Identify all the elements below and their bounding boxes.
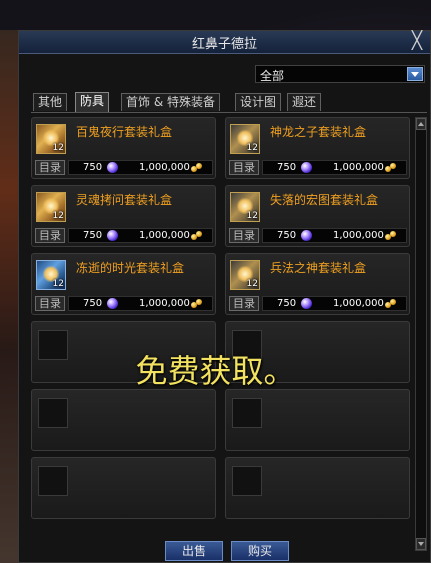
cost-value: 750: [83, 162, 103, 173]
title-bar[interactable]: 红鼻子德拉 ╳: [19, 31, 430, 54]
scroll-down-arrow-icon[interactable]: [416, 538, 426, 550]
stack-count: 12: [52, 279, 64, 289]
price-bar: 750 1,000,000: [262, 228, 407, 243]
item-name: 神龙之子套装礼盒: [270, 125, 367, 139]
item-cell[interactable]: 12 失落的宏图套装礼盒 目录 750 1,000,000: [225, 185, 410, 247]
catalog-button[interactable]: 目录: [35, 160, 65, 175]
close-icon[interactable]: ╳: [408, 31, 426, 51]
gold-value: 1,000,000: [139, 162, 190, 173]
empty-slot: [38, 398, 68, 428]
gift-box-icon[interactable]: 12: [230, 124, 260, 154]
sell-button[interactable]: 出售: [165, 541, 223, 561]
gold-value: 1,000,000: [333, 298, 384, 309]
gold-coins-icon: [191, 299, 203, 309]
price-bar: 750 1,000,000: [262, 160, 407, 175]
catalog-button[interactable]: 目录: [35, 296, 65, 311]
tab-divider: [31, 112, 427, 113]
tab-accessories[interactable]: 首饰 & 特殊装备: [121, 93, 220, 111]
catalog-button[interactable]: 目录: [229, 160, 259, 175]
stack-count: 12: [52, 211, 64, 221]
window-title: 红鼻子德拉: [191, 37, 257, 52]
gold-value: 1,000,000: [139, 298, 190, 309]
cost-value: 750: [83, 230, 103, 241]
tab-blueprints[interactable]: 设计图: [235, 93, 282, 111]
filter-dropdown-value: 全部: [260, 69, 285, 83]
catalog-button[interactable]: 目录: [229, 296, 259, 311]
empty-slot: [38, 466, 68, 496]
catalog-button[interactable]: 目录: [35, 228, 65, 243]
tab-other[interactable]: 其他: [33, 93, 68, 111]
gold-value: 1,000,000: [139, 230, 190, 241]
scrollbar[interactable]: [415, 117, 427, 551]
filter-dropdown[interactable]: 全部: [255, 65, 425, 83]
item-grid: 12 百鬼夜行套装礼盒 目录 750 1,000,000 12 神龙之子套装礼盒…: [31, 117, 413, 525]
stack-count: 12: [246, 143, 258, 153]
item-cell[interactable]: 12 兵法之神套装礼盒 目录 750 1,000,000: [225, 253, 410, 315]
scroll-up-arrow-icon[interactable]: [416, 118, 426, 130]
price-bar: 750 1,000,000: [68, 296, 213, 311]
gift-box-icon[interactable]: 12: [36, 260, 66, 290]
crystal-orb-icon: [301, 298, 312, 309]
empty-cell: [31, 321, 216, 383]
stack-count: 12: [52, 143, 64, 153]
tab-armor[interactable]: 防具: [75, 92, 110, 112]
chevron-down-icon[interactable]: [407, 67, 423, 81]
item-cell[interactable]: 12 神龙之子套装礼盒 目录 750 1,000,000: [225, 117, 410, 179]
gold-value: 1,000,000: [333, 162, 384, 173]
empty-cell: [225, 457, 410, 519]
item-cell[interactable]: 12 冻逝的时光套装礼盒 目录 750 1,000,000: [31, 253, 216, 315]
price-bar: 750 1,000,000: [68, 160, 213, 175]
stack-count: 12: [246, 279, 258, 289]
gift-box-icon[interactable]: 12: [230, 192, 260, 222]
cost-value: 750: [277, 162, 297, 173]
item-name: 灵魂拷问套装礼盒: [76, 193, 173, 207]
empty-slot: [38, 330, 68, 360]
empty-cell: [31, 389, 216, 451]
crystal-orb-icon: [301, 230, 312, 241]
item-cell[interactable]: 12 百鬼夜行套装礼盒 目录 750 1,000,000: [31, 117, 216, 179]
gift-box-icon[interactable]: 12: [230, 260, 260, 290]
empty-slot: [232, 330, 262, 360]
item-name: 兵法之神套装礼盒: [270, 261, 367, 275]
gold-coins-icon: [191, 231, 203, 241]
price-bar: 750 1,000,000: [262, 296, 407, 311]
tab-return[interactable]: 遐还: [287, 93, 322, 111]
cost-value: 750: [277, 298, 297, 309]
gold-coins-icon: [385, 231, 397, 241]
item-name: 失落的宏图套装礼盒: [270, 193, 379, 207]
gold-value: 1,000,000: [333, 230, 384, 241]
crystal-orb-icon: [107, 298, 118, 309]
gift-box-icon[interactable]: 12: [36, 192, 66, 222]
catalog-button[interactable]: 目录: [229, 228, 259, 243]
empty-cell: [225, 389, 410, 451]
item-cell[interactable]: 12 灵魂拷问套装礼盒 目录 750 1,000,000: [31, 185, 216, 247]
empty-cell: [31, 457, 216, 519]
stack-count: 12: [246, 211, 258, 221]
gold-coins-icon: [191, 163, 203, 173]
gift-box-icon[interactable]: 12: [36, 124, 66, 154]
shop-window: 红鼻子德拉 ╳ 全部 其他 防具 首饰 & 特殊装备 设计图 遐还 12 百鬼夜…: [18, 30, 431, 563]
empty-slot: [232, 398, 262, 428]
price-bar: 750 1,000,000: [68, 228, 213, 243]
empty-slot: [232, 466, 262, 496]
cost-value: 750: [83, 298, 103, 309]
buy-button[interactable]: 购买: [231, 541, 289, 561]
gold-coins-icon: [385, 299, 397, 309]
empty-cell: [225, 321, 410, 383]
item-name: 百鬼夜行套装礼盒: [76, 125, 173, 139]
cost-value: 750: [277, 230, 297, 241]
crystal-orb-icon: [107, 230, 118, 241]
item-name: 冻逝的时光套装礼盒: [76, 261, 185, 275]
crystal-orb-icon: [301, 162, 312, 173]
gold-coins-icon: [385, 163, 397, 173]
crystal-orb-icon: [107, 162, 118, 173]
